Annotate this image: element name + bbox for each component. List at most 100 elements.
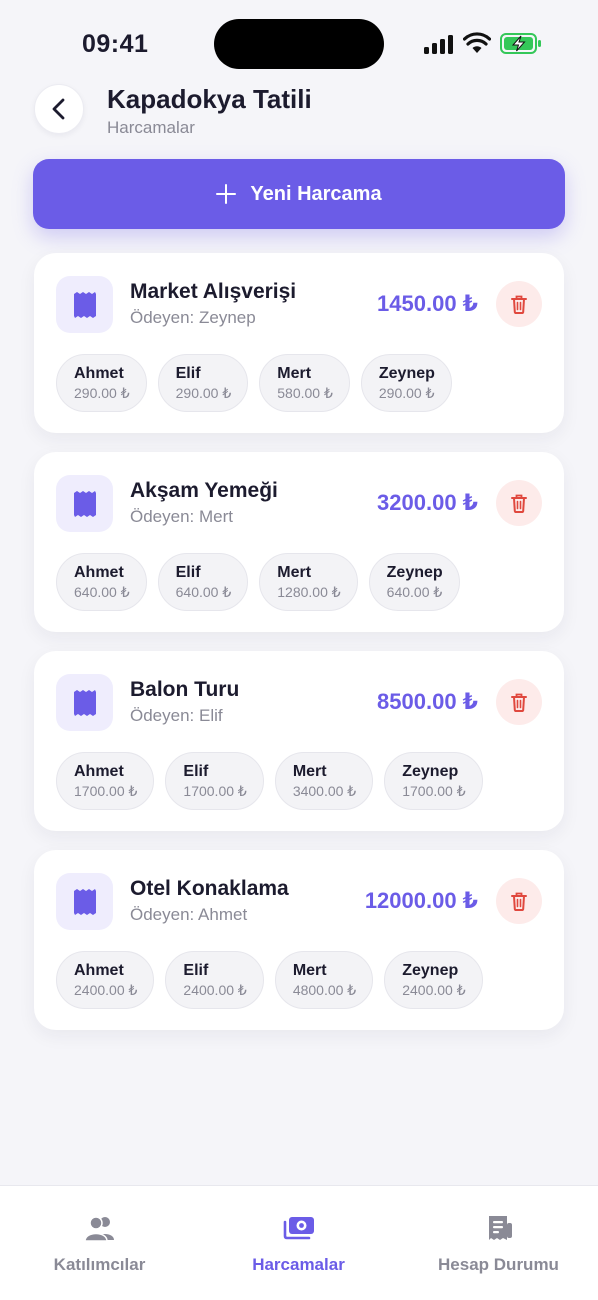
status-bar: 09:41: [0, 0, 598, 80]
expense-title: Akşam Yemeği: [130, 479, 278, 502]
new-expense-button[interactable]: Yeni Harcama: [33, 159, 565, 229]
share-chip: Zeynep 2400.00 ₺: [384, 951, 483, 1009]
tab-hesap-durumu[interactable]: Hesap Durumu: [399, 1186, 598, 1300]
expense-card[interactable]: Otel Konaklama Ödeyen: Ahmet 12000.00 ₺ Ahm…: [34, 850, 564, 1030]
share-chip: Mert 4800.00 ₺: [274, 951, 374, 1009]
expense-icon: [56, 475, 113, 532]
expense-payer: Ödeyen: Ahmet: [130, 905, 248, 924]
users-icon: [83, 1216, 114, 1242]
expense-amount: 12000.00 ₺: [364, 888, 478, 913]
share-name: Zeynep: [402, 763, 459, 780]
expense-payer: Ödeyen: Zeynep: [130, 308, 256, 327]
expense-icon: [56, 674, 113, 731]
share-name: Elif: [183, 962, 209, 979]
share-amount: 4800.00 ₺: [292, 982, 357, 998]
share-name: Elif: [175, 564, 201, 581]
share-amount: 290.00 ₺: [378, 385, 435, 401]
battery-charging-icon: [500, 33, 541, 54]
share-amount: 2400.00 ₺: [183, 982, 247, 998]
delete-expense-button[interactable]: [496, 878, 542, 924]
back-button[interactable]: [34, 84, 84, 134]
share-name: Mert: [292, 763, 327, 780]
share-name: Zeynep: [386, 564, 443, 581]
new-expense-label: Yeni Harcama: [250, 182, 382, 205]
chevron-left-icon: [52, 98, 65, 120]
delete-expense-button[interactable]: [496, 480, 542, 526]
share-amount: 3400.00 ₺: [292, 783, 357, 799]
share-name: Ahmet: [74, 564, 124, 581]
share-amount: 2400.00 ₺: [402, 982, 466, 998]
share-amount: 2400.00 ₺: [74, 982, 138, 998]
page-subtitle: Harcamalar: [107, 118, 195, 137]
share-name: Elif: [183, 763, 209, 780]
share-list: Ahmet 1700.00 ₺ Elif 1700.00 ₺ Mert 3400.00 ₺…: [56, 752, 483, 810]
share-chip: Zeynep 290.00 ₺: [360, 354, 452, 412]
share-chip: Zeynep 640.00 ₺: [368, 553, 460, 611]
expense-payer: Ödeyen: Mert: [130, 507, 233, 526]
tab-harcamalar[interactable]: Harcamalar: [199, 1186, 398, 1300]
share-name: Mert: [292, 962, 327, 979]
share-amount: 640.00 ₺: [74, 584, 130, 600]
share-list: Ahmet 640.00 ₺ Elif 640.00 ₺ Mert 1280.00 ₺ Ze…: [56, 553, 460, 611]
share-name: Zeynep: [378, 365, 435, 382]
expense-amount: 8500.00 ₺: [377, 689, 478, 714]
share-amount: 580.00 ₺: [277, 385, 333, 401]
expense-payer: Ödeyen: Elif: [130, 706, 223, 725]
receipt-icon: [73, 490, 96, 517]
delete-expense-button[interactable]: [496, 281, 542, 327]
expense-card[interactable]: Market Alışverişi Ödeyen: Zeynep 1450.00 ₺…: [34, 253, 564, 433]
expense-amount: 3200.00 ₺: [377, 490, 478, 515]
expense-icon: [56, 276, 113, 333]
share-chip: Ahmet 1700.00 ₺: [56, 752, 155, 810]
share-chip: Mert 1280.00 ₺: [259, 553, 358, 611]
status-time: 09:41: [82, 30, 149, 58]
page-title: Kapadokya Tatili: [107, 84, 312, 114]
tab-katilimcilar[interactable]: Katılımcılar: [0, 1186, 199, 1300]
tab-bar: Katılımcılar Harcamalar Hesap Durumu: [0, 1185, 598, 1300]
share-amount: 290.00 ₺: [74, 385, 130, 401]
share-name: Ahmet: [74, 365, 124, 382]
share-chip: Ahmet 2400.00 ₺: [56, 951, 155, 1009]
share-amount: 640.00 ₺: [386, 584, 443, 600]
money-icon: [283, 1217, 314, 1240]
share-name: Mert: [277, 564, 312, 581]
expense-amount: 1450.00 ₺: [377, 291, 478, 316]
dynamic-island: [214, 19, 384, 69]
expense-title: Otel Konaklama: [130, 877, 289, 900]
report-icon: [488, 1216, 512, 1240]
receipt-icon: [73, 689, 96, 716]
trash-icon: [511, 892, 527, 911]
trash-icon: [511, 494, 527, 513]
cellular-signal-icon: [424, 34, 454, 54]
share-chip: Elif 2400.00 ₺: [165, 951, 264, 1009]
share-chip: Zeynep 1700.00 ₺: [384, 752, 483, 810]
delete-expense-button[interactable]: [496, 679, 542, 725]
share-chip: Mert 580.00 ₺: [259, 354, 350, 412]
share-name: Elif: [175, 365, 201, 382]
share-list: Ahmet 290.00 ₺ Elif 290.00 ₺ Mert 580.00 ₺ Zey…: [56, 354, 452, 412]
share-chip: Elif 640.00 ₺: [157, 553, 249, 611]
expense-card[interactable]: Akşam Yemeği Ödeyen: Mert 3200.00 ₺ Ahmet 64…: [34, 452, 564, 632]
receipt-icon: [73, 888, 96, 915]
share-chip: Elif 290.00 ₺: [157, 354, 249, 412]
expense-title: Balon Turu: [130, 678, 240, 701]
expense-card[interactable]: Balon Turu Ödeyen: Elif 8500.00 ₺ Ahmet 1700…: [34, 651, 564, 831]
share-chip: Elif 1700.00 ₺: [165, 752, 264, 810]
share-chip: Mert 3400.00 ₺: [274, 752, 374, 810]
share-name: Mert: [277, 365, 312, 382]
share-chip: Ahmet 290.00 ₺: [56, 354, 147, 412]
share-amount: 1700.00 ₺: [74, 783, 138, 799]
wifi-icon: [463, 32, 491, 53]
share-name: Ahmet: [74, 962, 124, 979]
expense-title: Market Alışverişi: [130, 280, 297, 303]
share-list: Ahmet 2400.00 ₺ Elif 2400.00 ₺ Mert 4800.00 ₺…: [56, 951, 483, 1009]
share-amount: 290.00 ₺: [175, 385, 232, 401]
share-name: Ahmet: [74, 763, 124, 780]
share-amount: 1700.00 ₺: [183, 783, 247, 799]
share-amount: 1700.00 ₺: [402, 783, 466, 799]
tab-label: Harcamalar: [252, 1255, 345, 1274]
expenses-screen: 09:41 Kapadokya Tatili Harcamalar Yeni H…: [0, 0, 598, 1300]
share-amount: 1280.00 ₺: [277, 584, 341, 600]
share-amount: 640.00 ₺: [175, 584, 232, 600]
tab-label: Katılımcılar: [53, 1255, 146, 1274]
